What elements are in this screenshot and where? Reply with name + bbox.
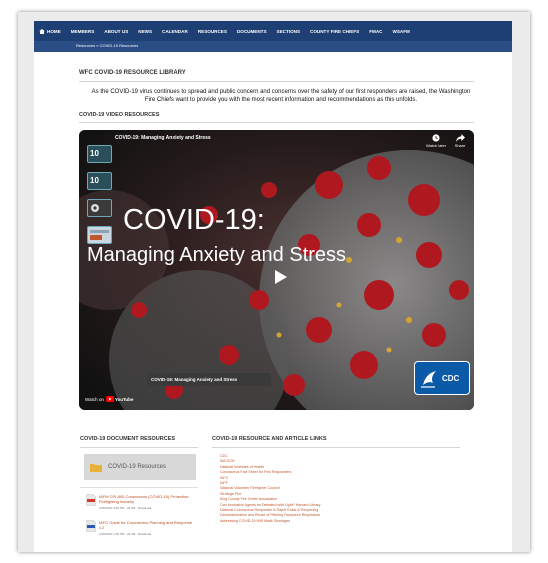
settings-icon: [91, 204, 99, 212]
document-title[interactable]: IAFC Guide for Coronavirus Planning and …: [99, 520, 195, 530]
breadcrumb[interactable]: Resources » COVID-19 Resources: [76, 43, 138, 48]
divider: [79, 81, 474, 82]
covid-resources-folder[interactable]: COVID-19 Resources: [84, 454, 196, 480]
hhs-eagle-icon: [421, 371, 436, 388]
playlist-thumbnail[interactable]: 10: [87, 145, 112, 163]
article-link[interactable]: Addressing COVID-19 N95 Mask Shortages: [220, 519, 320, 524]
share-button[interactable]: Share: [451, 134, 469, 148]
page-frame: HOME MEMBERS ABOUT US NEWS CALENDAR RESO…: [18, 12, 530, 552]
breadcrumb-bar: Resources » COVID-19 Resources: [34, 41, 512, 52]
nav-item-sections[interactable]: SECTIONS: [272, 29, 305, 34]
video-overlay-title: COVID-19:: [123, 204, 265, 236]
video-caption: COVID-19: Managing Anxiety and Stress: [147, 373, 271, 386]
playlist-thumbnail[interactable]: 10: [87, 172, 112, 190]
nav-item-news[interactable]: NEWS: [133, 29, 157, 34]
main-content: WFC COVID-19 RESOURCE LIBRARY As the COV…: [34, 52, 512, 552]
article-links-heading: COVID-19 RESOURCE AND ARTICLE LINKS: [212, 436, 327, 442]
clock-icon: [432, 134, 440, 142]
document-title[interactable]: IAFM CPI-800 Coronavirus (COVID-19) Prot…: [99, 494, 195, 504]
library-heading: WFC COVID-19 RESOURCE LIBRARY: [79, 70, 186, 76]
cdc-logo-text: CDC: [442, 373, 460, 383]
nav-item-resources[interactable]: RESOURCES: [193, 29, 232, 34]
top-nav: HOME MEMBERS ABOUT US NEWS CALENDAR RESO…: [34, 21, 512, 41]
video-player[interactable]: COVID-19: Managing Anxiety and Stress Wa…: [79, 130, 474, 410]
nav-item-home[interactable]: HOME: [34, 28, 66, 34]
thumbnail-label: 10: [90, 149, 99, 158]
play-icon[interactable]: [275, 270, 287, 284]
slide-preview-icon: [90, 230, 109, 240]
watch-later-button[interactable]: Watch later: [424, 134, 448, 148]
divider: [79, 122, 474, 123]
nav-item-wsafm[interactable]: WSAFM: [388, 29, 415, 34]
folder-label: COVID-19 Resources: [108, 464, 167, 470]
playlist-thumbnail[interactable]: [87, 199, 112, 217]
nav-item-label: HOME: [47, 28, 61, 34]
home-icon: [39, 28, 45, 34]
youtube-icon: [105, 396, 114, 402]
divider: [80, 447, 198, 448]
youtube-label: YouTube: [114, 396, 134, 402]
watch-on-youtube-link[interactable]: Watch on YouTube: [85, 396, 133, 402]
video-heading: COVID-19 VIDEO RESOURCES: [79, 112, 160, 118]
nav-item-calendar[interactable]: CALENDAR: [157, 29, 193, 34]
watch-on-label: Watch on: [85, 396, 104, 402]
nav-item-fmac[interactable]: FMAC: [364, 29, 387, 34]
playlist-thumbnail[interactable]: [87, 226, 112, 244]
thumbnail-label: 10: [90, 176, 99, 185]
divider: [212, 447, 460, 448]
word-doc-icon: [86, 520, 96, 532]
nav-item-about[interactable]: ABOUT US: [99, 29, 133, 34]
watch-later-label: Watch later: [425, 143, 447, 148]
document-meta: 4/15/2020 3:48 PM · 20 KB · Download: [99, 506, 152, 510]
youtube-logo: YouTube: [105, 396, 134, 402]
nav-item-documents[interactable]: DOCUMENTS: [232, 29, 272, 34]
divider: [80, 487, 198, 488]
video-overlay-subtitle: Managing Anxiety and Stress: [87, 244, 347, 266]
share-icon: [455, 134, 465, 142]
pdf-icon: [86, 494, 96, 506]
nav-item-county-fire-chiefs[interactable]: COUNTY FIRE CHIEFS: [305, 29, 364, 34]
resources-section: COVID-19 DOCUMENT RESOURCES COVID-19 RES…: [76, 432, 476, 552]
nav-item-members[interactable]: MEMBERS: [66, 29, 99, 34]
video-title[interactable]: COVID-19: Managing Anxiety and Stress: [115, 135, 211, 141]
cdc-logo: CDC: [414, 361, 470, 395]
intro-text: As the COVID-19 virus continues to sprea…: [91, 89, 471, 103]
document-resources-heading: COVID-19 DOCUMENT RESOURCES: [80, 436, 176, 442]
share-label: Share: [454, 143, 466, 148]
folder-icon: [90, 463, 102, 472]
article-links-list: CDC WA DOH National Institutes of Health…: [220, 454, 320, 524]
document-meta: 4/15/2020 1:48 PM · 20 KB · Download: [99, 532, 152, 536]
